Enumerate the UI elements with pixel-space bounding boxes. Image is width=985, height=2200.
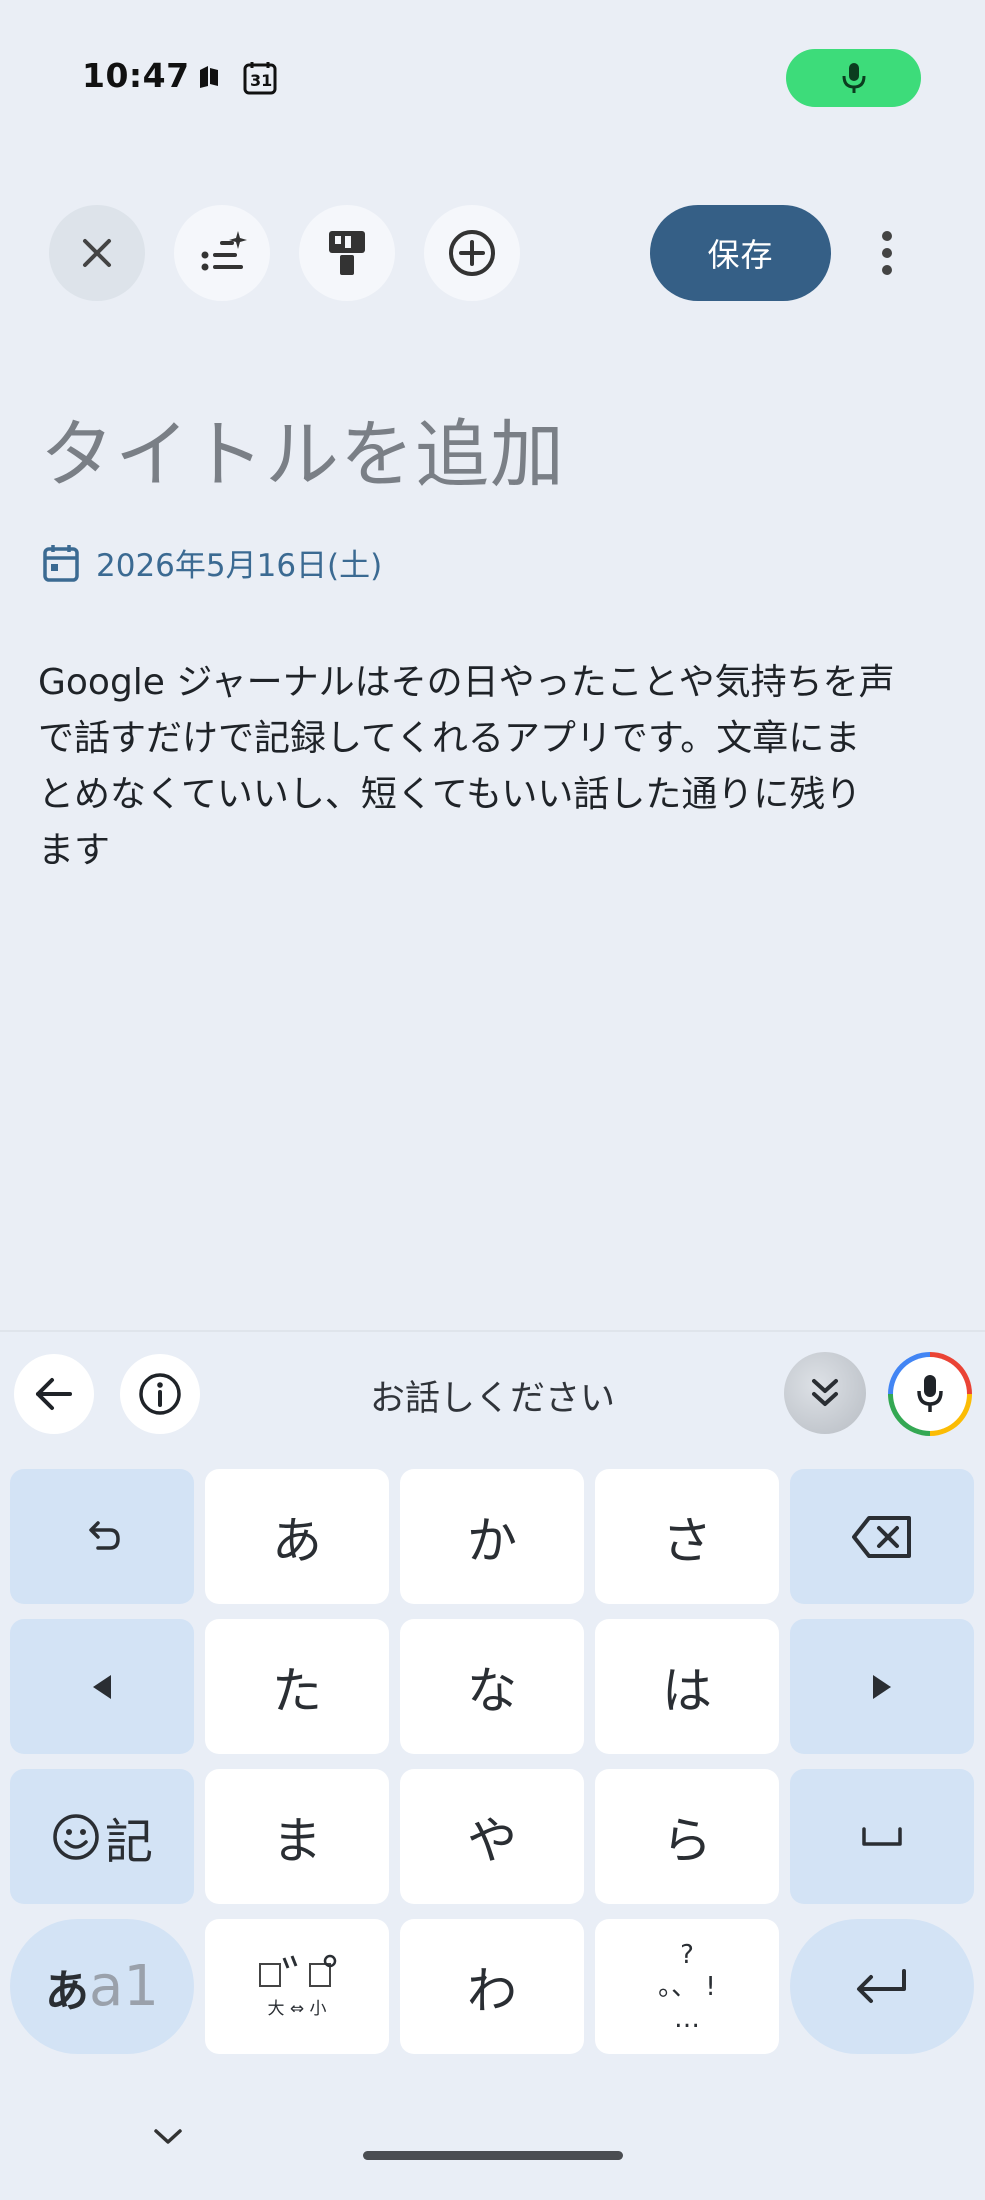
key-a[interactable]: あ	[205, 1469, 389, 1604]
gesture-nav-handle[interactable]	[363, 2151, 623, 2160]
notification-app-icon	[200, 66, 218, 88]
enter-key[interactable]	[790, 1919, 974, 2054]
status-bar: 10:47 31	[0, 0, 985, 160]
add-circle-icon	[449, 230, 495, 276]
double-chevron-down-icon	[812, 1379, 838, 1406]
sparkle-list-icon	[201, 231, 247, 271]
cursor-right-key[interactable]	[790, 1619, 974, 1754]
dakuten-small-label: 大 ⇔ 小	[267, 1999, 327, 2019]
title-input[interactable]: タイトルを追加	[40, 395, 565, 502]
voice-info-button[interactable]	[120, 1354, 200, 1434]
emoji-symbol-key[interactable]: 記	[10, 1769, 194, 1904]
keyboard-back-button[interactable]	[14, 1354, 94, 1434]
style-button[interactable]	[299, 205, 395, 301]
key-ta[interactable]: た	[205, 1619, 389, 1754]
more-options-button[interactable]	[862, 220, 912, 286]
key-na[interactable]: な	[400, 1619, 584, 1754]
key-sa[interactable]: さ	[595, 1469, 779, 1604]
collapse-voice-button[interactable]	[784, 1352, 866, 1434]
key-ya[interactable]: や	[400, 1769, 584, 1904]
voice-input-inner	[893, 1357, 967, 1431]
mic-in-use-indicator[interactable]	[786, 49, 921, 107]
calendar-status-icon: 31	[242, 60, 278, 96]
voice-prompt: お話しください	[369, 1379, 615, 1419]
keyboard: お話しください	[0, 1330, 985, 2200]
key-ma[interactable]: ま	[205, 1769, 389, 1904]
mic-icon	[917, 1375, 943, 1412]
punctuation-key[interactable]: ? 。、 ! …	[595, 1919, 779, 2054]
more-vert-icon	[882, 231, 892, 275]
punct-top-label: ?	[680, 1939, 694, 1970]
status-time: 10:47	[82, 56, 190, 95]
key-wa[interactable]: わ	[400, 1919, 584, 2054]
punct-mid-label: 。、 !	[658, 1971, 716, 2002]
backspace-key[interactable]	[790, 1469, 974, 1604]
emoji-icon	[53, 1813, 99, 1860]
paint-roller-icon	[329, 231, 365, 275]
calendar-icon	[43, 544, 79, 582]
add-button[interactable]	[424, 205, 520, 301]
dakuten-handakuten-icon	[259, 1954, 337, 1987]
space-key[interactable]	[790, 1769, 974, 1904]
mode-kana-label: あ	[45, 1965, 90, 2017]
key-ra[interactable]: ら	[595, 1769, 779, 1904]
voice-input-button[interactable]	[888, 1352, 972, 1436]
arrow-back-icon	[36, 1378, 72, 1410]
journal-body-text[interactable]: Google ジャーナルはその日やったことや気持ちを声 で話すだけで記録してくれ…	[38, 655, 958, 879]
dakuten-key[interactable]: 大 ⇔ 小	[205, 1919, 389, 2054]
date-chip[interactable]: 2026年5月16日(土)	[42, 540, 382, 585]
undo-icon	[89, 1520, 120, 1550]
symbol-label: 記	[104, 1813, 153, 1870]
key-ka[interactable]: か	[400, 1469, 584, 1604]
close-button[interactable]	[49, 205, 145, 301]
punct-bottom-label: …	[674, 2003, 700, 2034]
info-icon	[139, 1373, 181, 1415]
undo-key[interactable]	[10, 1469, 194, 1604]
mic-icon	[842, 63, 865, 93]
backspace-icon	[852, 1515, 911, 1558]
close-icon	[83, 239, 111, 267]
triangle-right-icon	[873, 1674, 891, 1699]
cursor-left-key[interactable]	[10, 1619, 194, 1754]
key-ha[interactable]: は	[595, 1619, 779, 1754]
smart-list-button[interactable]	[174, 205, 270, 301]
hide-keyboard-icon[interactable]	[150, 2125, 186, 2149]
calendar-day: 31	[250, 71, 273, 90]
save-button[interactable]: 保存	[650, 205, 831, 301]
input-mode-key[interactable]: あ a1	[10, 1919, 194, 2054]
triangle-left-icon	[93, 1674, 111, 1699]
entry-date: 2026年5月16日(土)	[96, 548, 383, 584]
mode-alpha-label: a1	[89, 1954, 159, 2019]
space-icon	[862, 1826, 902, 1846]
enter-icon	[857, 1968, 906, 2003]
